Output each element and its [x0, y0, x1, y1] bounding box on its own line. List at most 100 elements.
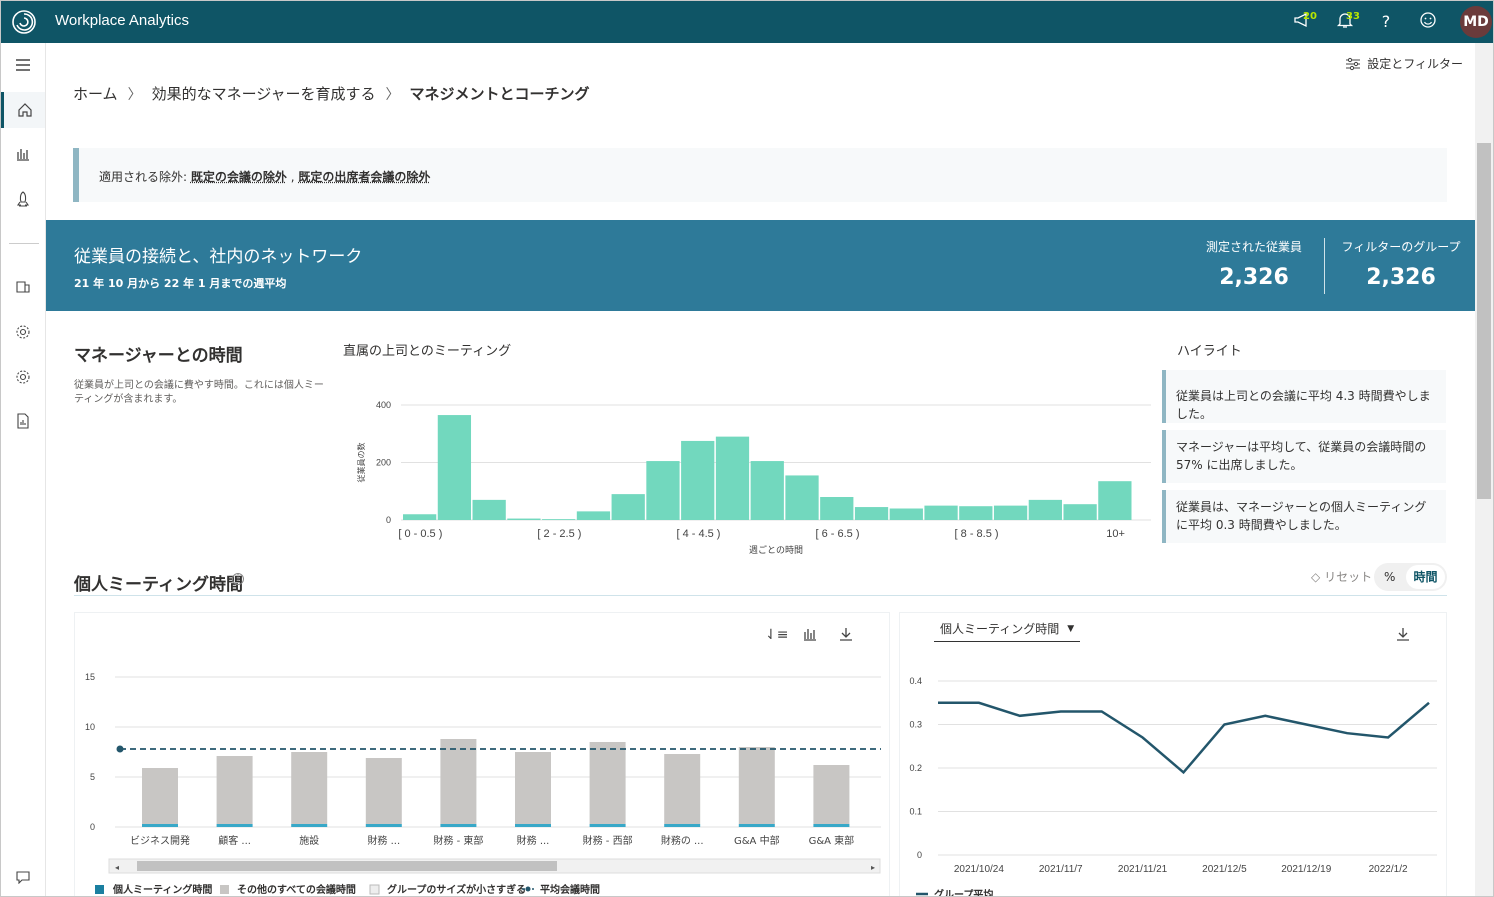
highlights-title: ハイライト	[1177, 344, 1242, 359]
stacked-bar-one-on-one	[440, 824, 477, 827]
legend-label: グループのサイズが小さすぎる	[387, 883, 526, 896]
reset-button[interactable]: ◇ リセット	[1311, 568, 1372, 585]
data-transfer-icon	[16, 281, 30, 293]
nav-divider	[9, 243, 39, 244]
nav-plans[interactable]	[1, 181, 45, 217]
stacked-bar-other	[515, 752, 551, 824]
x-tick-label: [ 6 - 6.5 )	[816, 528, 860, 540]
x-tick-label: 財務 ...	[517, 834, 550, 847]
histogram-bar	[924, 505, 958, 520]
stat-divider	[1324, 238, 1325, 294]
section-divider	[74, 595, 1447, 596]
breadcrumb-home[interactable]: ホーム	[73, 83, 118, 104]
histogram-bar	[1028, 499, 1062, 520]
stacked-bar-other	[440, 739, 477, 824]
avatar[interactable]: MD	[1460, 6, 1492, 38]
filter-group-value: 2,326	[1366, 265, 1436, 290]
y-axis-label: 従業員の数	[356, 443, 366, 483]
stacked-bar-one-on-one	[142, 824, 178, 827]
filter-group-stat: フィルターのグループ 2,326	[1331, 238, 1471, 290]
legend-label: その他のすべての会議時間	[237, 883, 356, 896]
x-tick-label: 2021/11/7	[1039, 864, 1083, 875]
stacked-bar-other	[738, 747, 775, 824]
series-line	[938, 701, 1430, 775]
line-chart-panel: 個人ミーティング時間 ▼ 0 0.1 0.2 0.3 0.4 2021/10/24 2021…	[899, 612, 1447, 897]
page-scrollbar[interactable]	[1475, 43, 1493, 896]
highlight-card: マネージャーは平均して、従業員の会議時間の 57% に出席しました。	[1162, 430, 1446, 483]
stacked-bar-one-on-one	[813, 824, 850, 827]
x-tick-label: 2022/1/2	[1369, 864, 1408, 875]
nav-reports[interactable]	[1, 403, 45, 439]
x-tick-label: 財務 - 西部	[583, 834, 633, 847]
scrollbar-thumb[interactable]	[1477, 143, 1491, 499]
y-tick-label: 200	[376, 458, 391, 468]
stacked-bar-one-on-one	[664, 824, 701, 827]
histogram-bar	[854, 507, 889, 520]
app-logo-icon[interactable]	[11, 9, 37, 35]
exclusion-link-attendees[interactable]: 既定の出席者会議の除外	[298, 170, 430, 184]
x-tick-label: 2021/11/21	[1118, 864, 1168, 875]
hero-subtitle: 21 年 10 月から 22 年 1 月までの週平均	[74, 277, 287, 290]
legend-label: 平均会議時間	[540, 883, 600, 896]
legend-swatch	[95, 885, 104, 894]
info-icon[interactable]: i	[232, 573, 244, 585]
histogram-chart: 0 200 400 [ 0 - 0.5 ) [ 2 - 2.5 ) [ 4 - 4.5 )…	[356, 400, 1151, 556]
hamburger-menu-button[interactable]	[1, 47, 45, 83]
x-tick-label: [ 0 - 0.5 )	[398, 528, 442, 540]
y-tick-label: 10	[85, 722, 95, 732]
stacked-bar-other	[664, 754, 701, 824]
stacked-bar-one-on-one	[515, 824, 551, 827]
histogram-bar	[959, 506, 993, 520]
stacked-bar-one-on-one	[216, 824, 253, 827]
y-tick-label: 5	[90, 772, 95, 782]
x-tick-label: 財務 - 東部	[433, 834, 483, 847]
nav-feedback[interactable]	[1, 859, 45, 895]
y-tick-label: 0	[386, 515, 391, 525]
nav-home[interactable]	[1, 92, 45, 128]
y-tick-label: 15	[85, 672, 95, 682]
y-tick-label: 400	[376, 400, 391, 410]
histogram-bar	[1098, 481, 1132, 520]
chevron-right-icon: 〉	[385, 86, 400, 103]
legend-label: グループ平均	[934, 888, 993, 897]
chart-scrollbar-thumb	[137, 861, 557, 871]
x-tick-label: 顧客 ...	[218, 834, 251, 847]
histogram-bar	[437, 415, 472, 520]
histogram-bar	[576, 511, 611, 520]
main-content: 設定とフィルター ホーム 〉 効果的なマネージャーを育成する 〉 マネジメントと…	[46, 43, 1477, 897]
nav-analyze[interactable]	[1, 136, 45, 172]
home-icon	[17, 103, 32, 117]
nav-data-sources[interactable]	[1, 269, 45, 305]
help-button[interactable]: ?	[1375, 11, 1397, 33]
average-reference-marker	[116, 745, 124, 753]
x-tick-label: 10+	[1106, 528, 1125, 540]
trend-line-chart: 0 0.1 0.2 0.3 0.4 2021/10/24 2021/11/7 2021/11/…	[909, 676, 1437, 897]
toggle-hours[interactable]: 時間	[1406, 565, 1445, 589]
x-tick-label: 2021/10/24	[954, 864, 1004, 875]
legend-swatch	[369, 884, 380, 895]
announcement-button[interactable]: 20	[1291, 11, 1317, 33]
eraser-icon: ◇	[1311, 570, 1321, 584]
feedback-button[interactable]	[1417, 11, 1439, 33]
x-tick-label: 2021/12/19	[1281, 864, 1331, 875]
bar-chart-icon	[17, 149, 29, 161]
y-tick-label: 0	[90, 822, 95, 832]
measured-employees-label: 測定された従業員	[1205, 240, 1302, 254]
settings-filter-button[interactable]: 設定とフィルター	[1345, 55, 1463, 72]
toggle-percent[interactable]: %	[1384, 570, 1395, 584]
scroll-right-icon: ▸	[871, 863, 875, 872]
exclusions-banner: 適用される除外: 既定の会議の除外 , 既定の出席者会議の除外	[73, 148, 1447, 202]
notifications-button[interactable]: 33	[1334, 11, 1360, 33]
nav-admin-settings[interactable]	[1, 359, 45, 395]
chat-icon	[16, 871, 30, 884]
unit-toggle[interactable]: % 時間	[1374, 563, 1447, 591]
filter-sliders-icon	[1346, 57, 1361, 70]
nav-settings[interactable]	[1, 314, 45, 350]
x-tick-label: 2021/12/5	[1202, 864, 1247, 875]
highlight-card: 従業員は、マネージャーとの個人ミーティングに平均 0.3 時間費やしました。	[1162, 490, 1446, 543]
stacked-bar-other	[216, 756, 253, 824]
announcement-count: 20	[1303, 11, 1317, 22]
stacked-bar-one-on-one	[291, 824, 328, 827]
breadcrumb-manager[interactable]: 効果的なマネージャーを育成する	[152, 83, 376, 104]
exclusion-link-meetings[interactable]: 既定の会議の除外	[191, 170, 287, 184]
